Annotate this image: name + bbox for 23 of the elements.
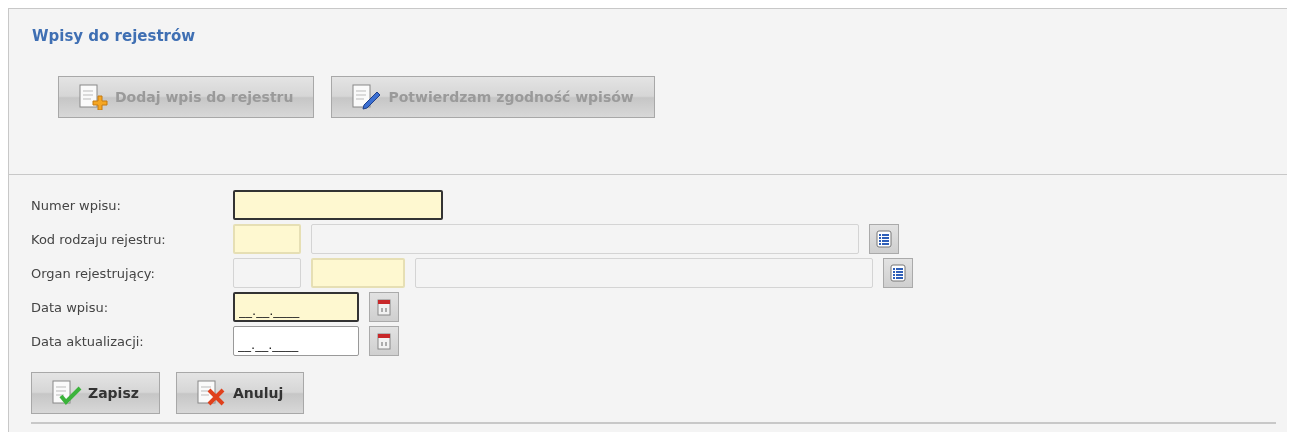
document-cross-icon (196, 380, 227, 406)
calendar-icon (377, 298, 391, 316)
calendar-icon (377, 332, 391, 350)
panel-title: Wpisy do rejestrów (32, 27, 197, 45)
list-button[interactable] (869, 224, 899, 254)
list-button[interactable] (883, 258, 913, 288)
save-button[interactable]: Zapisz (31, 372, 160, 414)
calendar-button[interactable] (369, 292, 399, 322)
input-field[interactable] (233, 190, 443, 220)
field-label: Organ rejestrujący: (31, 265, 156, 281)
field-label: Numer wpisu: (31, 197, 122, 213)
list-icon (876, 230, 892, 248)
cancel-button[interactable]: Anuluj (175, 372, 305, 414)
field-label: Kod rodzaju rejestru: (31, 231, 167, 247)
calendar-button[interactable] (369, 326, 399, 356)
document-pencil-icon (352, 84, 383, 110)
document-check-icon (52, 380, 82, 406)
field-label: Data wpisu: (31, 299, 110, 315)
document-plus-icon (79, 84, 109, 110)
field-label: Data aktualizacji: (31, 333, 145, 349)
date-field[interactable]: __.__.____ (233, 292, 359, 322)
list-icon (890, 264, 906, 282)
date-field[interactable]: __.__.____ (233, 326, 359, 356)
